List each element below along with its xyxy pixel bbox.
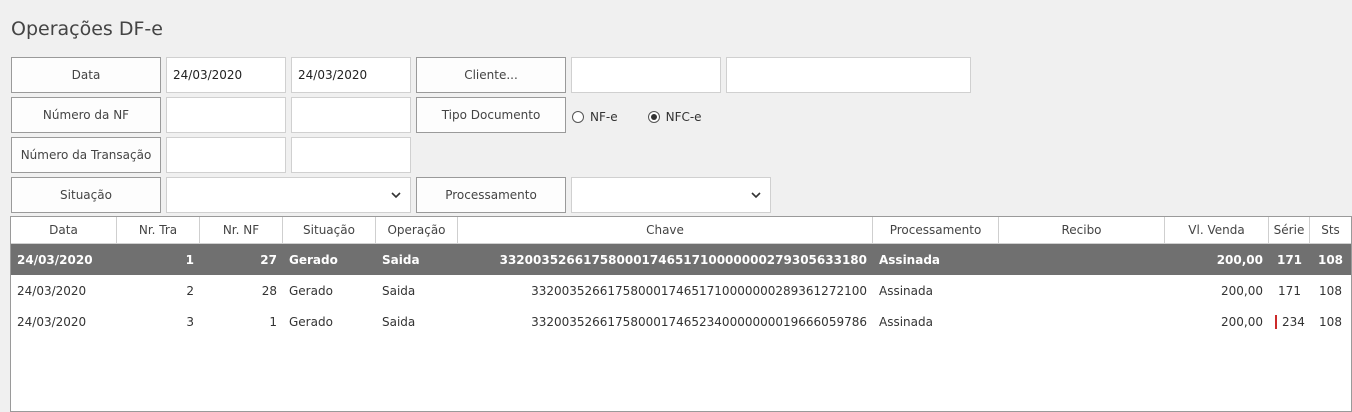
column-header-processamento[interactable]: Processamento bbox=[873, 217, 999, 243]
numero-nf-to-input[interactable] bbox=[291, 97, 411, 133]
column-header-nr-tra[interactable]: Nr. Tra bbox=[117, 217, 200, 243]
cell-serie: 171 bbox=[1276, 252, 1303, 267]
cliente-code-input[interactable] bbox=[571, 57, 721, 93]
cell-operacao: Saida bbox=[382, 314, 416, 329]
cell-situacao: Gerado bbox=[289, 314, 333, 329]
cell-nr-nf: 1 bbox=[269, 314, 277, 329]
cell-situacao: Gerado bbox=[289, 283, 333, 298]
data-from-input[interactable]: 24/03/2020 bbox=[166, 57, 286, 93]
cell-vl-venda: 200,00 bbox=[1221, 314, 1263, 329]
column-header-nr-nf[interactable]: Nr. NF bbox=[200, 217, 283, 243]
cliente-button[interactable]: Cliente... bbox=[416, 57, 566, 93]
cell-chave: 3320035266175800017465171000000027930563… bbox=[499, 252, 867, 267]
tipo-documento-button[interactable]: Tipo Documento bbox=[416, 97, 566, 133]
radio-nfce-label: NFC-e bbox=[665, 110, 702, 124]
operacoes-grid[interactable]: Data Nr. Tra Nr. NF Situação Operação Ch… bbox=[10, 216, 1352, 412]
radio-nfce[interactable]: NFC-e bbox=[647, 110, 702, 124]
cell-vl-venda: 200,00 bbox=[1216, 252, 1263, 267]
processamento-select[interactable] bbox=[571, 177, 771, 213]
cell-processamento: Assinada bbox=[879, 283, 933, 298]
numero-nf-from-input[interactable] bbox=[166, 97, 286, 133]
grid-header: Data Nr. Tra Nr. NF Situação Operação Ch… bbox=[11, 217, 1351, 244]
cell-situacao: Gerado bbox=[289, 252, 338, 267]
cell-nr-nf: 27 bbox=[260, 252, 277, 267]
cell-sts: 108 bbox=[1319, 314, 1342, 329]
numero-transacao-to-input[interactable] bbox=[291, 137, 411, 173]
numero-transacao-from-input[interactable] bbox=[166, 137, 286, 173]
cell-sts: 108 bbox=[1319, 283, 1342, 298]
cell-data: 24/03/2020 bbox=[17, 314, 87, 329]
table-row[interactable]: 24/03/2020 2 28 Gerado Saida 33200352661… bbox=[11, 275, 1351, 306]
radio-nfe-label: NF-e bbox=[590, 110, 618, 124]
chevron-down-icon[interactable] bbox=[742, 178, 770, 212]
cell-chave: 3320035266175800017465234000000001966605… bbox=[531, 314, 867, 329]
radio-unchecked-icon bbox=[572, 111, 584, 123]
column-header-serie[interactable]: Série bbox=[1269, 217, 1310, 243]
data-label-button[interactable]: Data bbox=[11, 57, 161, 93]
numero-nf-label-button[interactable]: Número da NF bbox=[11, 97, 161, 133]
cell-data: 24/03/2020 bbox=[17, 283, 87, 298]
column-header-sts[interactable]: Sts bbox=[1310, 217, 1351, 243]
column-header-data[interactable]: Data bbox=[11, 217, 117, 243]
numero-transacao-label-button[interactable]: Número da Transação bbox=[11, 137, 161, 173]
situacao-label-button[interactable]: Situação bbox=[11, 177, 161, 213]
column-header-operacao[interactable]: Operação bbox=[376, 217, 458, 243]
column-header-chave[interactable]: Chave bbox=[458, 217, 873, 243]
cell-sts: 108 bbox=[1317, 252, 1344, 267]
cell-nr-tra: 2 bbox=[186, 283, 194, 298]
column-header-recibo[interactable]: Recibo bbox=[999, 217, 1165, 243]
chevron-down-icon[interactable] bbox=[382, 178, 410, 212]
data-to-input[interactable]: 24/03/2020 bbox=[291, 57, 411, 93]
cell-chave: 3320035266175800017465171000000028936127… bbox=[531, 283, 867, 298]
cell-processamento: Assinada bbox=[879, 252, 941, 267]
page-title: Operações DF-e bbox=[11, 18, 163, 40]
situacao-select[interactable] bbox=[166, 177, 411, 213]
radio-checked-icon bbox=[647, 111, 660, 123]
column-header-situacao[interactable]: Situação bbox=[283, 217, 376, 243]
cell-processamento: Assinada bbox=[879, 314, 933, 329]
cliente-name-input[interactable] bbox=[726, 57, 971, 93]
processamento-label-button[interactable]: Processamento bbox=[416, 177, 566, 213]
table-row[interactable]: 24/03/2020 3 1 Gerado Saida 332003526617… bbox=[11, 306, 1351, 337]
cell-nr-tra: 1 bbox=[185, 252, 194, 267]
cell-serie: 171 bbox=[1278, 283, 1301, 298]
cell-nr-tra: 3 bbox=[186, 314, 194, 329]
cell-operacao: Saida bbox=[382, 252, 420, 267]
cell-nr-nf: 28 bbox=[261, 283, 277, 298]
tipo-documento-radio-group: NF-e NFC-e bbox=[572, 110, 702, 124]
radio-nfe[interactable]: NF-e bbox=[572, 110, 618, 124]
cell-serie-highlighted: 234 bbox=[1269, 314, 1310, 329]
table-row[interactable]: 24/03/2020 1 27 Gerado Saida 33200352661… bbox=[11, 244, 1351, 275]
highlighted-serie-value: 234 bbox=[1275, 314, 1310, 329]
cell-data: 24/03/2020 bbox=[17, 252, 93, 267]
cell-operacao: Saida bbox=[382, 283, 416, 298]
cell-vl-venda: 200,00 bbox=[1221, 283, 1263, 298]
column-header-vl-venda[interactable]: Vl. Venda bbox=[1165, 217, 1269, 243]
